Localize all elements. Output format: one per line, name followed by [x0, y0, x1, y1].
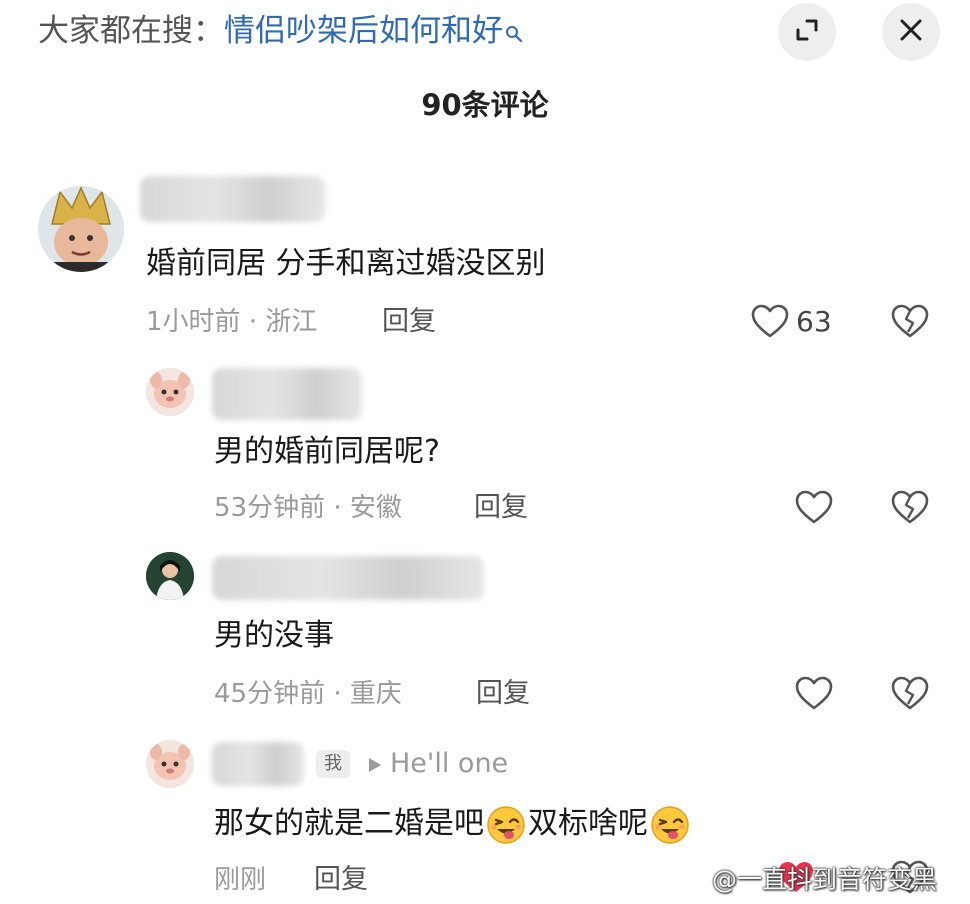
avatar[interactable]: [146, 368, 194, 416]
author-tag: 我: [316, 750, 350, 778]
avatar[interactable]: [38, 186, 124, 272]
top-bar: 大家都在搜：情侣吵架后如何和好: [0, 0, 970, 70]
reply-text: 男的没事: [214, 618, 334, 653]
reply-text-part1: 那女的就是二婚是吧: [214, 806, 484, 841]
winking-tongue-emoji-icon: [486, 805, 526, 845]
broken-heart-icon[interactable]: [890, 674, 930, 714]
expand-button[interactable]: [778, 3, 836, 61]
reply-time-location: 53分钟前 · 安徽: [214, 493, 402, 523]
watermark: @一直抖到音符变黑: [712, 865, 938, 894]
heart-icon[interactable]: [794, 488, 834, 528]
close-button[interactable]: [882, 3, 940, 61]
avatar[interactable]: [146, 552, 194, 600]
search-suggestion-prefix: 大家都在搜：: [38, 13, 224, 49]
reply-button[interactable]: 回复: [382, 302, 436, 342]
close-icon: [898, 17, 924, 47]
avatar[interactable]: [146, 740, 194, 788]
search-suggestion[interactable]: 大家都在搜：情侣吵架后如何和好: [38, 8, 523, 56]
like-count: 63: [796, 305, 832, 338]
reply-button[interactable]: 回复: [476, 674, 530, 714]
reply-to-name: He'll one: [390, 748, 509, 779]
reply-text: 那女的就是二婚是吧 双标啥呢: [214, 802, 692, 846]
comment-time-location: 1小时前 · 浙江: [146, 307, 318, 337]
username-blurred: [140, 176, 325, 222]
reply-text-part2: 双标啥呢: [528, 806, 648, 841]
play-arrow-icon: [368, 745, 382, 785]
reply-time-location: 45分钟前 · 重庆: [214, 679, 402, 709]
username-blurred: [212, 742, 304, 786]
search-icon: [505, 10, 523, 56]
username-blurred: [212, 368, 362, 420]
comment-text: 婚前同居 分手和离过婚没区别: [146, 246, 546, 281]
reply-text: 男的婚前同居呢?: [214, 434, 440, 469]
comment-count-title: 90条评论: [421, 88, 549, 122]
reply-time-location: 刚刚: [214, 865, 267, 895]
broken-heart-icon[interactable]: [890, 488, 930, 528]
reply-button[interactable]: 回复: [474, 488, 528, 528]
broken-heart-icon[interactable]: [890, 302, 930, 342]
expand-icon: [794, 17, 820, 47]
username-blurred: [212, 556, 484, 600]
reply-to-target[interactable]: He'll one: [368, 744, 508, 785]
search-suggestion-query[interactable]: 情侣吵架后如何和好: [224, 13, 503, 49]
heart-icon[interactable]: [794, 674, 834, 714]
reply-button[interactable]: 回复: [314, 860, 368, 900]
heart-icon[interactable]: [750, 302, 790, 342]
winking-tongue-emoji-icon: [650, 805, 690, 845]
